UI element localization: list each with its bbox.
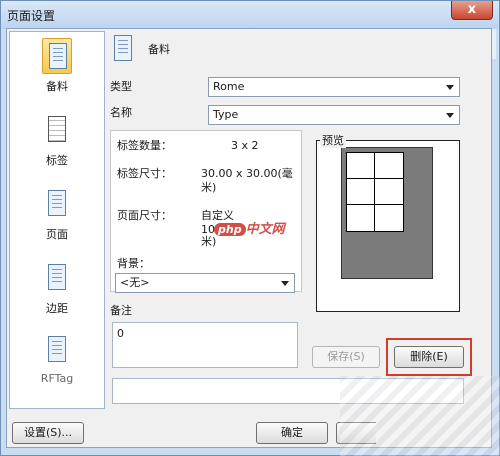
sidebar-item-label: 边距 <box>46 302 68 315</box>
name-label: 名称 <box>110 106 132 119</box>
document-stack-icon <box>110 35 132 67</box>
sidebar-item-label: 页面 <box>46 228 68 241</box>
memo-textarea[interactable]: 0 <box>112 322 298 368</box>
settings-button[interactable]: 设置(S)... <box>12 422 84 444</box>
page-document-icon <box>42 186 72 222</box>
sidebar-item-margin[interactable]: 边距 <box>16 260 98 322</box>
sidebar-item-label: 标签 <box>46 154 68 167</box>
ok-button[interactable]: 确定 <box>256 422 328 444</box>
preview-frame <box>316 140 460 312</box>
type-select[interactable]: Rome <box>208 77 460 97</box>
background-select[interactable]: <无> <box>115 273 295 293</box>
close-icon: x <box>467 2 477 17</box>
chevron-down-icon <box>446 85 454 90</box>
label-info-panel: 标签数量： 3 x 2 标签尺寸： 30.00 x 30.00(毫 米) 页面尺… <box>110 130 302 293</box>
label-grid-icon <box>42 112 72 148</box>
document-stack-icon <box>42 38 72 75</box>
preview-label-cell <box>374 178 404 206</box>
memo-label: 备注 <box>110 304 132 317</box>
background-select-value: <无> <box>120 276 150 289</box>
section-title: 备料 <box>148 43 170 56</box>
watermark-tag: php <box>214 223 246 236</box>
preview-label-cell <box>374 152 404 180</box>
label-size-value-line1: 30.00 x 30.00(毫 <box>201 167 293 180</box>
page-size-value-line3: 米) <box>201 235 217 248</box>
sidebar-item-label-settings[interactable]: 标签 <box>16 112 98 174</box>
sidebar-item-label: 备料 <box>46 80 68 93</box>
preview-label-cell <box>346 152 376 180</box>
label-count-value: 3 x 2 <box>231 139 259 152</box>
label-size-label: 标签尺寸： <box>117 167 172 180</box>
chevron-down-icon <box>446 113 454 118</box>
rftag-document-icon <box>42 332 72 368</box>
label-size-value-line2: 米) <box>201 181 217 194</box>
preview-group: 预览 <box>310 132 464 318</box>
preview-label-cell <box>346 204 376 232</box>
preview-page <box>341 147 433 279</box>
preview-label-cell <box>346 178 376 206</box>
type-select-value: Rome <box>213 80 245 93</box>
preview-label-cell <box>374 204 404 232</box>
chevron-down-icon <box>281 281 289 286</box>
memo-value: 0 <box>117 327 124 340</box>
sidebar-item-page[interactable]: 页面 <box>16 186 98 248</box>
scribble-overlay <box>340 376 500 456</box>
label-count-label: 标签数量： <box>117 139 172 152</box>
preview-label: 预览 <box>320 132 346 148</box>
type-label: 类型 <box>110 80 132 93</box>
sidebar-item-stock[interactable]: 备料 <box>16 38 98 100</box>
watermark: php 中文网 <box>214 218 285 237</box>
sidebar-item-rftag[interactable]: RFTag <box>16 332 98 394</box>
page-size-label: 页面尺寸： <box>117 209 172 222</box>
title-bar[interactable]: 页面设置 x <box>1 1 499 29</box>
watermark-text: 中文网 <box>245 222 285 237</box>
sidebar-nav: 备料 标签 页面 边距 RFTag <box>9 31 105 409</box>
save-button[interactable]: 保存(S) <box>312 346 380 368</box>
delete-button-highlight <box>386 338 472 376</box>
close-button[interactable]: x <box>451 1 493 20</box>
background-label: 背景： <box>117 257 150 270</box>
margin-documents-icon <box>42 260 72 296</box>
window-title: 页面设置 <box>7 9 56 23</box>
name-select[interactable]: Type <box>208 105 460 125</box>
sidebar-item-label: RFTag <box>40 372 74 385</box>
name-select-value: Type <box>213 108 239 121</box>
